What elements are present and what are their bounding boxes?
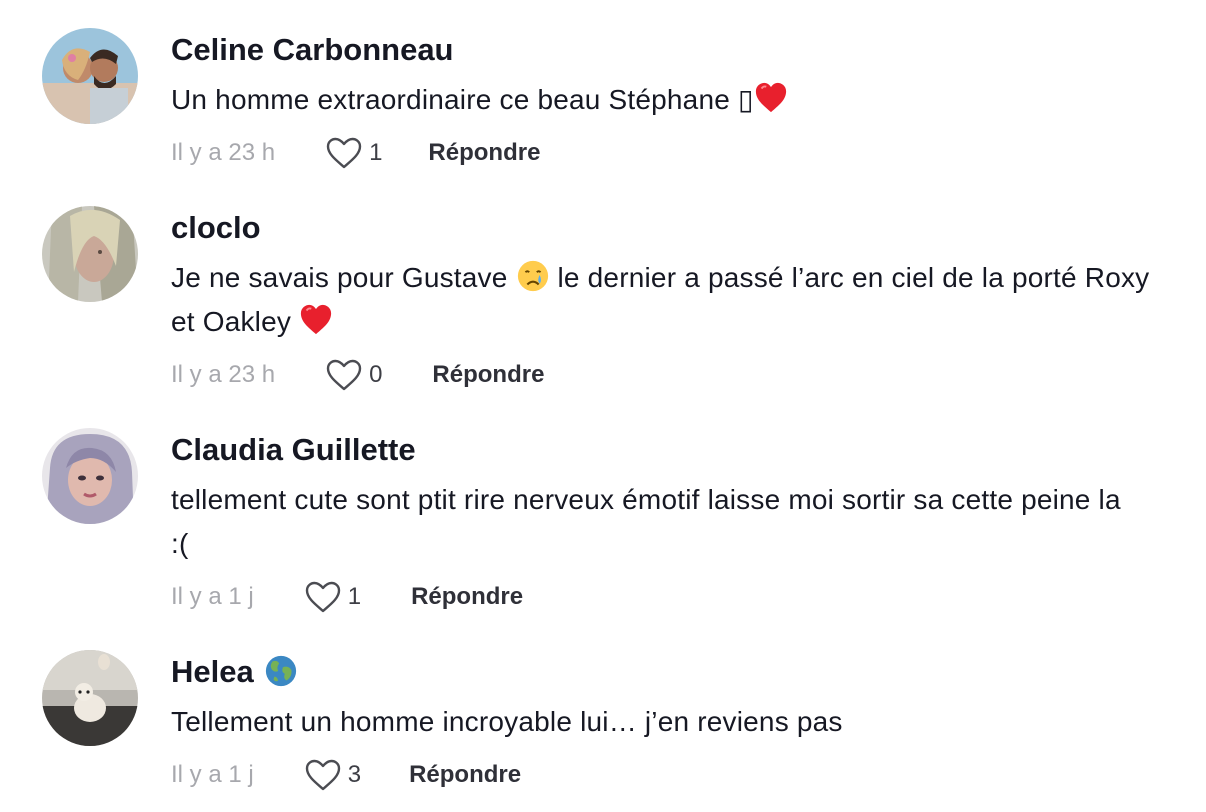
like-button[interactable]: 0 [325,358,382,392]
like-count: 0 [369,361,383,388]
globe-emoji [265,655,296,687]
reply-button[interactable]: Répondre [432,361,544,389]
comment-text-body: Un homme extraordinaire ce beau Stéphane [171,84,731,115]
reply-button[interactable]: Répondre [411,583,523,611]
avatar[interactable] [42,428,138,524]
avatar[interactable] [42,206,138,302]
comment-text: Tellement un homme incroyable lui… j’en … [171,706,843,737]
avatar[interactable] [42,28,138,124]
username[interactable]: Celine Carbonneau [171,30,454,70]
like-button[interactable]: 3 [304,758,361,792]
reply-button[interactable]: Répondre [428,139,540,167]
timestamp: Il y a 1 j [171,761,254,788]
timestamp: Il y a 23 h [171,139,276,166]
heart-outline-icon[interactable] [304,758,342,792]
timestamp: Il y a 23 h [171,361,276,388]
username-text[interactable]: Helea [171,654,254,689]
red-heart-emoji [300,304,332,335]
comment-text-body-1: Je ne savais pour Gustave [171,262,508,293]
crying-face-emoji [517,260,548,292]
comment-meta: Il y a 23 h 0 Répondre [171,355,544,395]
heart-outline-icon[interactable] [325,358,363,392]
comment-meta: Il y a 23 h 1 Répondre [171,133,540,173]
reply-button[interactable]: Répondre [409,761,521,789]
avatar[interactable] [42,650,138,746]
heart-outline-icon[interactable] [325,136,363,170]
username[interactable]: Claudia Guillette [171,430,416,470]
comment-text: tellement cute sont ptit rire nerveux ém… [171,484,1121,559]
comment-meta: Il y a 1 j 3 Répondre [171,755,521,795]
timestamp: Il y a 1 j [171,583,254,610]
heart-outline-icon[interactable] [304,580,342,614]
like-button[interactable]: 1 [325,136,382,170]
comment-text: Un homme extraordinaire ce beau Stéphane… [171,78,1181,122]
like-count: 3 [347,761,362,788]
username[interactable]: cloclo [171,208,261,248]
red-heart-emoji [755,82,786,113]
username[interactable]: Helea [171,652,298,692]
like-button[interactable]: 1 [304,580,361,614]
like-count: 1 [347,583,362,610]
like-count: 1 [369,139,383,166]
comment-text: Je ne savais pour Gustave le dernier a p… [171,256,1181,344]
comment-meta: Il y a 1 j 1 Répondre [171,577,523,617]
missing-glyph: ▯ [738,84,754,115]
